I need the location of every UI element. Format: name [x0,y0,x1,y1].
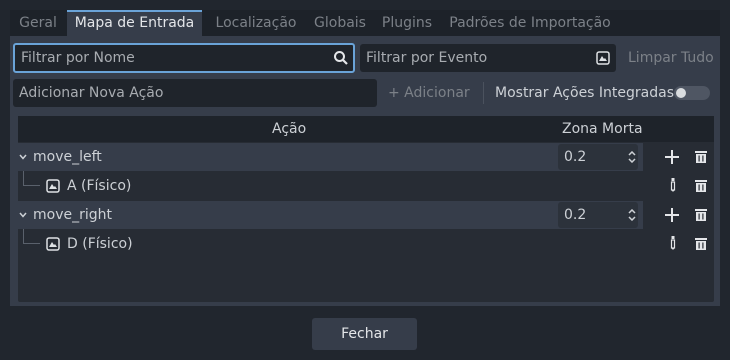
trash-icon[interactable] [694,179,708,193]
keyboard-icon[interactable] [596,51,610,65]
action-row-move-right[interactable]: move_right 0.2 [18,201,643,229]
keyboard-icon [46,237,60,251]
event-row-a[interactable]: A (Físico) [18,172,643,200]
trash-icon[interactable] [694,237,708,251]
event-label: A (Físico) [67,178,132,194]
filter-by-event-field[interactable] [360,44,616,72]
chevron-down-icon[interactable] [19,153,27,161]
filter-by-name-input[interactable] [15,45,353,71]
show-builtin-actions-toggle[interactable] [674,86,710,100]
tab-plugins[interactable]: Plugins [373,10,441,36]
divider [483,82,484,104]
filter-by-name-field[interactable] [13,43,355,73]
toggle-knob [676,88,686,98]
trash-icon[interactable] [694,150,708,164]
event-label: D (Físico) [67,236,133,252]
tab-bar: Geral Mapa de Entrada Localização Globai… [10,10,720,36]
edit-icon[interactable] [670,178,676,192]
tab-mapa-de-entrada[interactable]: Mapa de Entrada [67,10,202,36]
add-event-icon[interactable] [665,208,679,222]
action-name: move_right [33,207,112,223]
trash-icon[interactable] [694,208,708,222]
column-header-deadzone: Zona Morta [562,121,643,137]
actions-tree: Ação Zona Morta move_left 0.2 A (Físico)… [18,116,714,302]
action-row-move-left[interactable]: move_left 0.2 [18,143,643,171]
chevron-down-icon[interactable] [19,211,27,219]
event-row-d[interactable]: D (Físico) [18,230,643,258]
deadzone-spinbox[interactable]: 0.2 [558,144,638,170]
close-button[interactable]: Fechar [312,318,417,350]
keyboard-icon [46,179,60,193]
column-header-action: Ação [272,121,307,137]
tab-globais[interactable]: Globais [308,10,372,36]
spin-arrows-icon[interactable] [628,151,636,163]
action-name: move_left [33,149,102,165]
deadzone-value: 0.2 [564,149,587,165]
search-icon [334,51,348,65]
clear-all-button[interactable]: Limpar Tudo [628,44,714,72]
show-builtin-actions-label: Mostrar Ações Integradas [495,85,675,101]
tab-localizacao[interactable]: Localização [204,10,308,36]
add-action-field[interactable] [13,79,377,107]
tab-padroes-de-importacao[interactable]: Padrões de Importação [443,10,617,36]
tree-header: Ação Zona Morta [18,116,714,142]
add-button[interactable]: + Adicionar [388,79,470,107]
deadzone-spinbox[interactable]: 0.2 [558,202,638,228]
add-action-input[interactable] [13,79,377,107]
tab-geral[interactable]: Geral [10,10,66,36]
deadzone-value: 0.2 [564,207,587,223]
spin-arrows-icon[interactable] [628,209,636,221]
add-event-icon[interactable] [665,150,679,164]
filter-by-event-input[interactable] [360,44,616,72]
edit-icon[interactable] [670,236,676,250]
